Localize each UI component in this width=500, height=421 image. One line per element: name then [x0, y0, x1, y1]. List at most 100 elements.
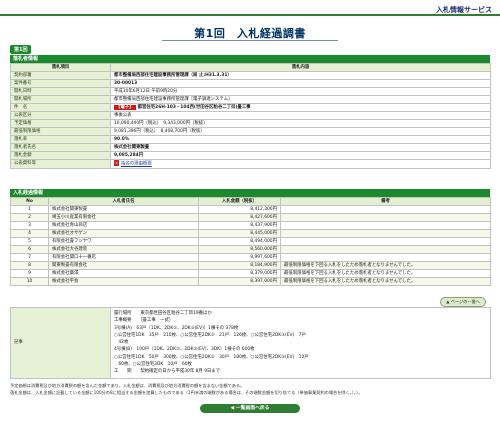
bid-amount: 8,560,000円 [198, 245, 281, 254]
bid-row: 2 埼玉小川産業有限会社 8,427,600円 [10, 213, 491, 222]
col-amount-header: 入札金額（税抜） [198, 197, 281, 206]
bid-info-text: 90.0% [114, 136, 130, 142]
col-note-header: 備考 [280, 197, 491, 206]
bid-note [280, 221, 491, 230]
bid-row: 9 株式会社藁澤 8,379,000円 最低制限価格を下回る入札をしたため落札者となり… [10, 269, 491, 278]
remarks-line: 工事概要 ［畳工事 一式］ [114, 318, 174, 324]
bidder-name: 株式会社関東製畳 [48, 205, 199, 214]
bid-info-label: 案件番号 [10, 79, 111, 88]
remarks-line: ○公営住宅1DK 50戸 300枚、○公営住宅2DK② 30戸 180枚、○公営… [114, 354, 309, 360]
bidder-name: 株式会社大谷建装 [48, 245, 199, 254]
bid-note: 最低制限価格を下回る入札をしたため落札者となりませんでした。 [280, 269, 491, 278]
bid-no: 8 [10, 261, 49, 270]
electronic-tag: 【電子】 [114, 104, 136, 110]
bid-info-value: 平成30年6月12日 午前9時20分 [110, 87, 491, 96]
bidder-name: 株式会社青山商店 [48, 221, 199, 230]
footnotes: 予定価格は消費税及び地方消費税の額を含んだ金額であり、入札金額は、消費税及び地方… [10, 382, 490, 396]
bid-no: 7 [10, 253, 49, 262]
pdf-icon[interactable]: P [114, 160, 119, 166]
bid-info-label: 公表区分 [10, 111, 111, 120]
remarks-line: 3号棟(A) 63戸（1DK、2DK②、2DK③(EV)）1棟その 378枚 [114, 325, 239, 331]
footnote: 落札金額は、入札金額に記載している金額に100分の8に相当する金額を加算したもの… [10, 390, 363, 395]
bid-row: 7 有限会社関口十一番店 8,997,600円 [10, 253, 491, 262]
bid-info-text: 30-00013 [114, 80, 138, 86]
bidder-name: 埼玉小川産業有限会社 [48, 213, 199, 222]
bid-info-text: 平成30年6月12日 午前9時20分 [114, 88, 178, 94]
bidder-name: 株式会社オサゲン [48, 229, 199, 238]
remarks-table: 記事 履行場所 東京都世田谷区粕谷二丁目19番ほか 工事概要 ［畳工事 一式］ 3号… [10, 307, 491, 379]
remarks-line: 4号棟(B) 100戸（1DK、2DK②、2DK③(EV)、3DK）1棟その 6… [114, 347, 255, 353]
bid-no: 3 [10, 221, 49, 230]
bid-row: 1 株式会社関東製畳 8,412,300円 [10, 205, 491, 214]
document-link[interactable]: 指名の理由概要 [121, 162, 152, 167]
bid-no: 10 [10, 277, 49, 286]
page-top-button[interactable]: ▲ ページの一番へ [440, 297, 486, 307]
bid-note [280, 229, 491, 238]
bid-info-table: 落札項目 落札内容 契約部署 都市整備局西部住宅建設事務所管理課（局 止:H31.… [10, 63, 491, 169]
bid-info-row: 落札率 90.0% [10, 135, 491, 144]
bid-info-row: 落札者氏名 株式会社関東製畳 [10, 143, 491, 152]
bid-info-row: 最低制限価格 9,081,396円（税込） 8,408,700円（税抜） [10, 127, 491, 136]
bid-info-row: 開札日時 平成30年6月12日 午前9時20分 [10, 87, 491, 96]
col-content-header: 落札内容 [110, 63, 491, 72]
bid-amount: 8,379,000円 [198, 269, 281, 278]
bid-info-text: 都市整備局西部住宅建設事務所管理課（局 止:H31.3.31） [114, 72, 232, 78]
bid-info-value: 90.0% [110, 135, 491, 144]
header-divider [0, 14, 500, 16]
bid-row: 5 有限会社畳フジヤワ 8,494,000円 [10, 237, 491, 246]
bid-amount: 8,494,000円 [198, 237, 281, 246]
bid-row: 10 株式会社平会 8,397,000円 最低制限価格を下回る入札をしたため落札者とな… [10, 277, 491, 286]
page-title: 第1回 入札経過調書 [194, 27, 306, 40]
footnote: 予定価格は消費税及び地方消費税の額を含んだ金額であり、入札金額は、消費税及び地方… [10, 383, 245, 388]
col-bidder-header: 入札者氏名 [48, 197, 199, 206]
bid-info-text: 9,081,396円（税込） 8,408,700円（税抜） [114, 128, 205, 134]
bid-info-row: 開札場所 都市整備局西部住宅建設事務所管理課［電子調達システム］ [10, 95, 491, 104]
bid-note [280, 237, 491, 246]
remarks-content: 履行場所 東京都世田谷区粕谷二丁目19番ほか 工事概要 ［畳工事 一式］ 3号棟(A… [110, 307, 491, 379]
bid-info-label: 最低制限価格 [10, 127, 111, 136]
bid-info-label: 予定価格 [10, 119, 111, 128]
bidder-name: 有限会社関口十一番店 [48, 253, 199, 262]
bid-row: 8 関東製畳有限会社 8,184,900円 最低制限価格を下回る入札をしたため落札者と… [10, 261, 491, 270]
bid-amount: 8,997,600円 [198, 253, 281, 262]
bid-no: 9 [10, 269, 49, 278]
remarks-label: 記事 [10, 307, 111, 379]
bid-info-row: 公表区分 事後公表 [10, 111, 491, 120]
round-tab[interactable]: 第1回 [10, 45, 32, 54]
bid-amount: 8,427,600円 [198, 213, 281, 222]
remarks-line: 42枚 [114, 340, 129, 346]
bid-row: 4 株式会社オサゲン 8,445,000円 [10, 229, 491, 238]
bidder-name: 株式会社藁澤 [48, 269, 199, 278]
bid-info-text: 9,085,284円 [114, 152, 144, 158]
bidder-name: 有限会社畳フジヤワ [48, 237, 199, 246]
bid-info-text: 都営住宅26H-103・104西(世田谷区粕谷二丁目)畳工事 [137, 104, 251, 110]
bid-info-section-header: 落札者情報 [10, 55, 490, 63]
bid-info-label: 落札者氏名 [10, 143, 111, 152]
bid-note: 最低制限価格を下回る入札をしたため落札者となりませんでした。 [280, 277, 491, 286]
bid-note: 最低制限価格を下回る入札をしたため落札者となりませんでした。 [280, 261, 491, 270]
col-item-header: 落札項目 [10, 63, 111, 72]
bid-row: 6 株式会社大谷建装 8,560,000円 [10, 245, 491, 254]
bid-info-text: 株式会社関東製畳 [114, 144, 150, 150]
remarks-line: 60枚、○公営住宅3DK 10戸 60枚 [114, 362, 192, 368]
bid-no: 6 [10, 245, 49, 254]
bid-info-row: 落札金額 9,085,284円 [10, 151, 491, 160]
bid-amount: 8,412,300円 [198, 205, 281, 214]
bid-info-label: 件 名 [10, 103, 111, 112]
back-to-list-button[interactable]: ◀ 一覧画面へ戻る [200, 404, 300, 413]
bidder-name: 株式会社平会 [48, 277, 199, 286]
bid-info-text: 事後公表 [114, 112, 132, 118]
bid-info-row: 公表資料等 P 指名の理由概要 [10, 159, 491, 169]
bid-info-label: 契約部署 [10, 71, 111, 80]
bid-info-value: 9,085,284円 [110, 151, 491, 160]
bid-amount: 8,437,900円 [198, 221, 281, 230]
bid-list-table: No 入札者氏名 入札金額（税抜） 備考 1 株式会社関東製畳 8,412,300円… [10, 197, 491, 286]
bid-note [280, 205, 491, 214]
bid-note [280, 213, 491, 222]
bid-info-value: 株式会社関東製畳 [110, 143, 491, 152]
bidder-name: 関東製畳有限会社 [48, 261, 199, 270]
bid-note [280, 245, 491, 254]
remarks-line: 工 期 契約確定の日から平成30年 8月 9日まで [114, 369, 221, 375]
back-button-label: 一覧画面へ戻る [235, 406, 270, 411]
bid-info-text: 都市整備局西部住宅建設事務所管理課［電子調達システム］ [114, 96, 233, 102]
